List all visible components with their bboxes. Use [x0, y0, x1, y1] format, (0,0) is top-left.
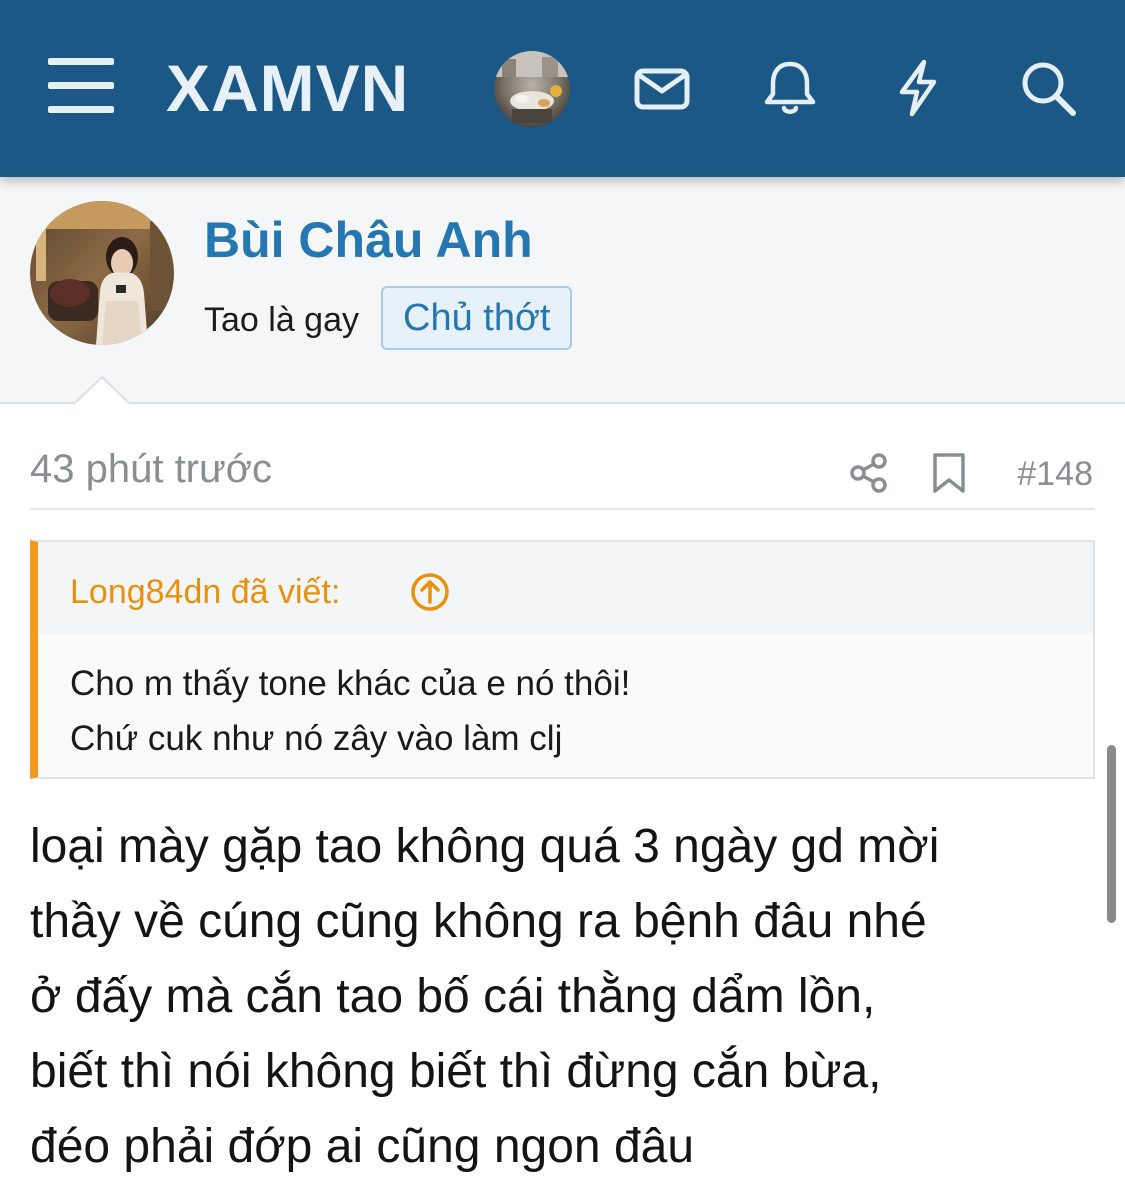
scrollbar-thumb[interactable] [1107, 745, 1116, 923]
quote-content: Cho m thấy tone khác của e nó thôi! Chứ … [70, 656, 630, 766]
post-body-line: ở đấy mà cắn tao bố cái thằng dẩm lồn, [30, 970, 876, 1023]
site-logo[interactable]: XAMVN [166, 52, 409, 124]
menu-bar-bottom [48, 106, 114, 113]
bolt-icon[interactable] [888, 58, 948, 118]
post-body-line: đéo phải đớp ai cũng ngon đâu [30, 1120, 695, 1173]
bookmark-icon[interactable] [931, 452, 967, 494]
post-body: loại mày gặp tao không quá 3 ngày gd mời… [30, 809, 1100, 1184]
arrow-up-circle-icon[interactable] [410, 572, 450, 612]
quote-header[interactable]: Long84dn đã viết: [38, 542, 1093, 634]
author-divider [0, 402, 1125, 404]
user-avatar[interactable] [494, 51, 570, 127]
header-caret-icon [74, 375, 130, 405]
share-icon[interactable] [848, 452, 890, 494]
post-number-link[interactable]: #148 [1017, 454, 1093, 494]
author-avatar[interactable] [30, 201, 174, 345]
thread-starter-badge: Chủ thớt [381, 286, 573, 350]
author-user-title: Tao là gay [204, 301, 359, 339]
post-timestamp[interactable]: 43 phút trước [30, 446, 272, 492]
quote-line: Chứ cuk như nó zây vào làm clj [70, 719, 563, 758]
top-navbar: XAMVN [0, 0, 1125, 177]
menu-icon[interactable] [48, 58, 114, 114]
quote-block: Long84dn đã viết: Cho m thấy tone khác c… [30, 540, 1095, 779]
search-icon[interactable] [1018, 58, 1078, 118]
author-name-link[interactable]: Bùi Châu Anh [204, 210, 533, 270]
mail-icon[interactable] [632, 58, 692, 118]
quote-line: Cho m thấy tone khác của e nó thôi! [70, 664, 631, 703]
quote-author-label[interactable]: Long84dn đã viết: [70, 572, 340, 612]
bell-icon[interactable] [760, 58, 820, 118]
post-body-line: thầy về cúng cũng không ra bệnh đâu nhé [30, 895, 927, 948]
menu-bar-middle [48, 82, 114, 89]
meta-divider [30, 508, 1095, 510]
menu-bar-top [48, 58, 114, 65]
post-body-line: loại mày gặp tao không quá 3 ngày gd mời [30, 820, 940, 873]
post-body-line: biết thì nói không biết thì đừng cắn bừa… [30, 1045, 882, 1098]
